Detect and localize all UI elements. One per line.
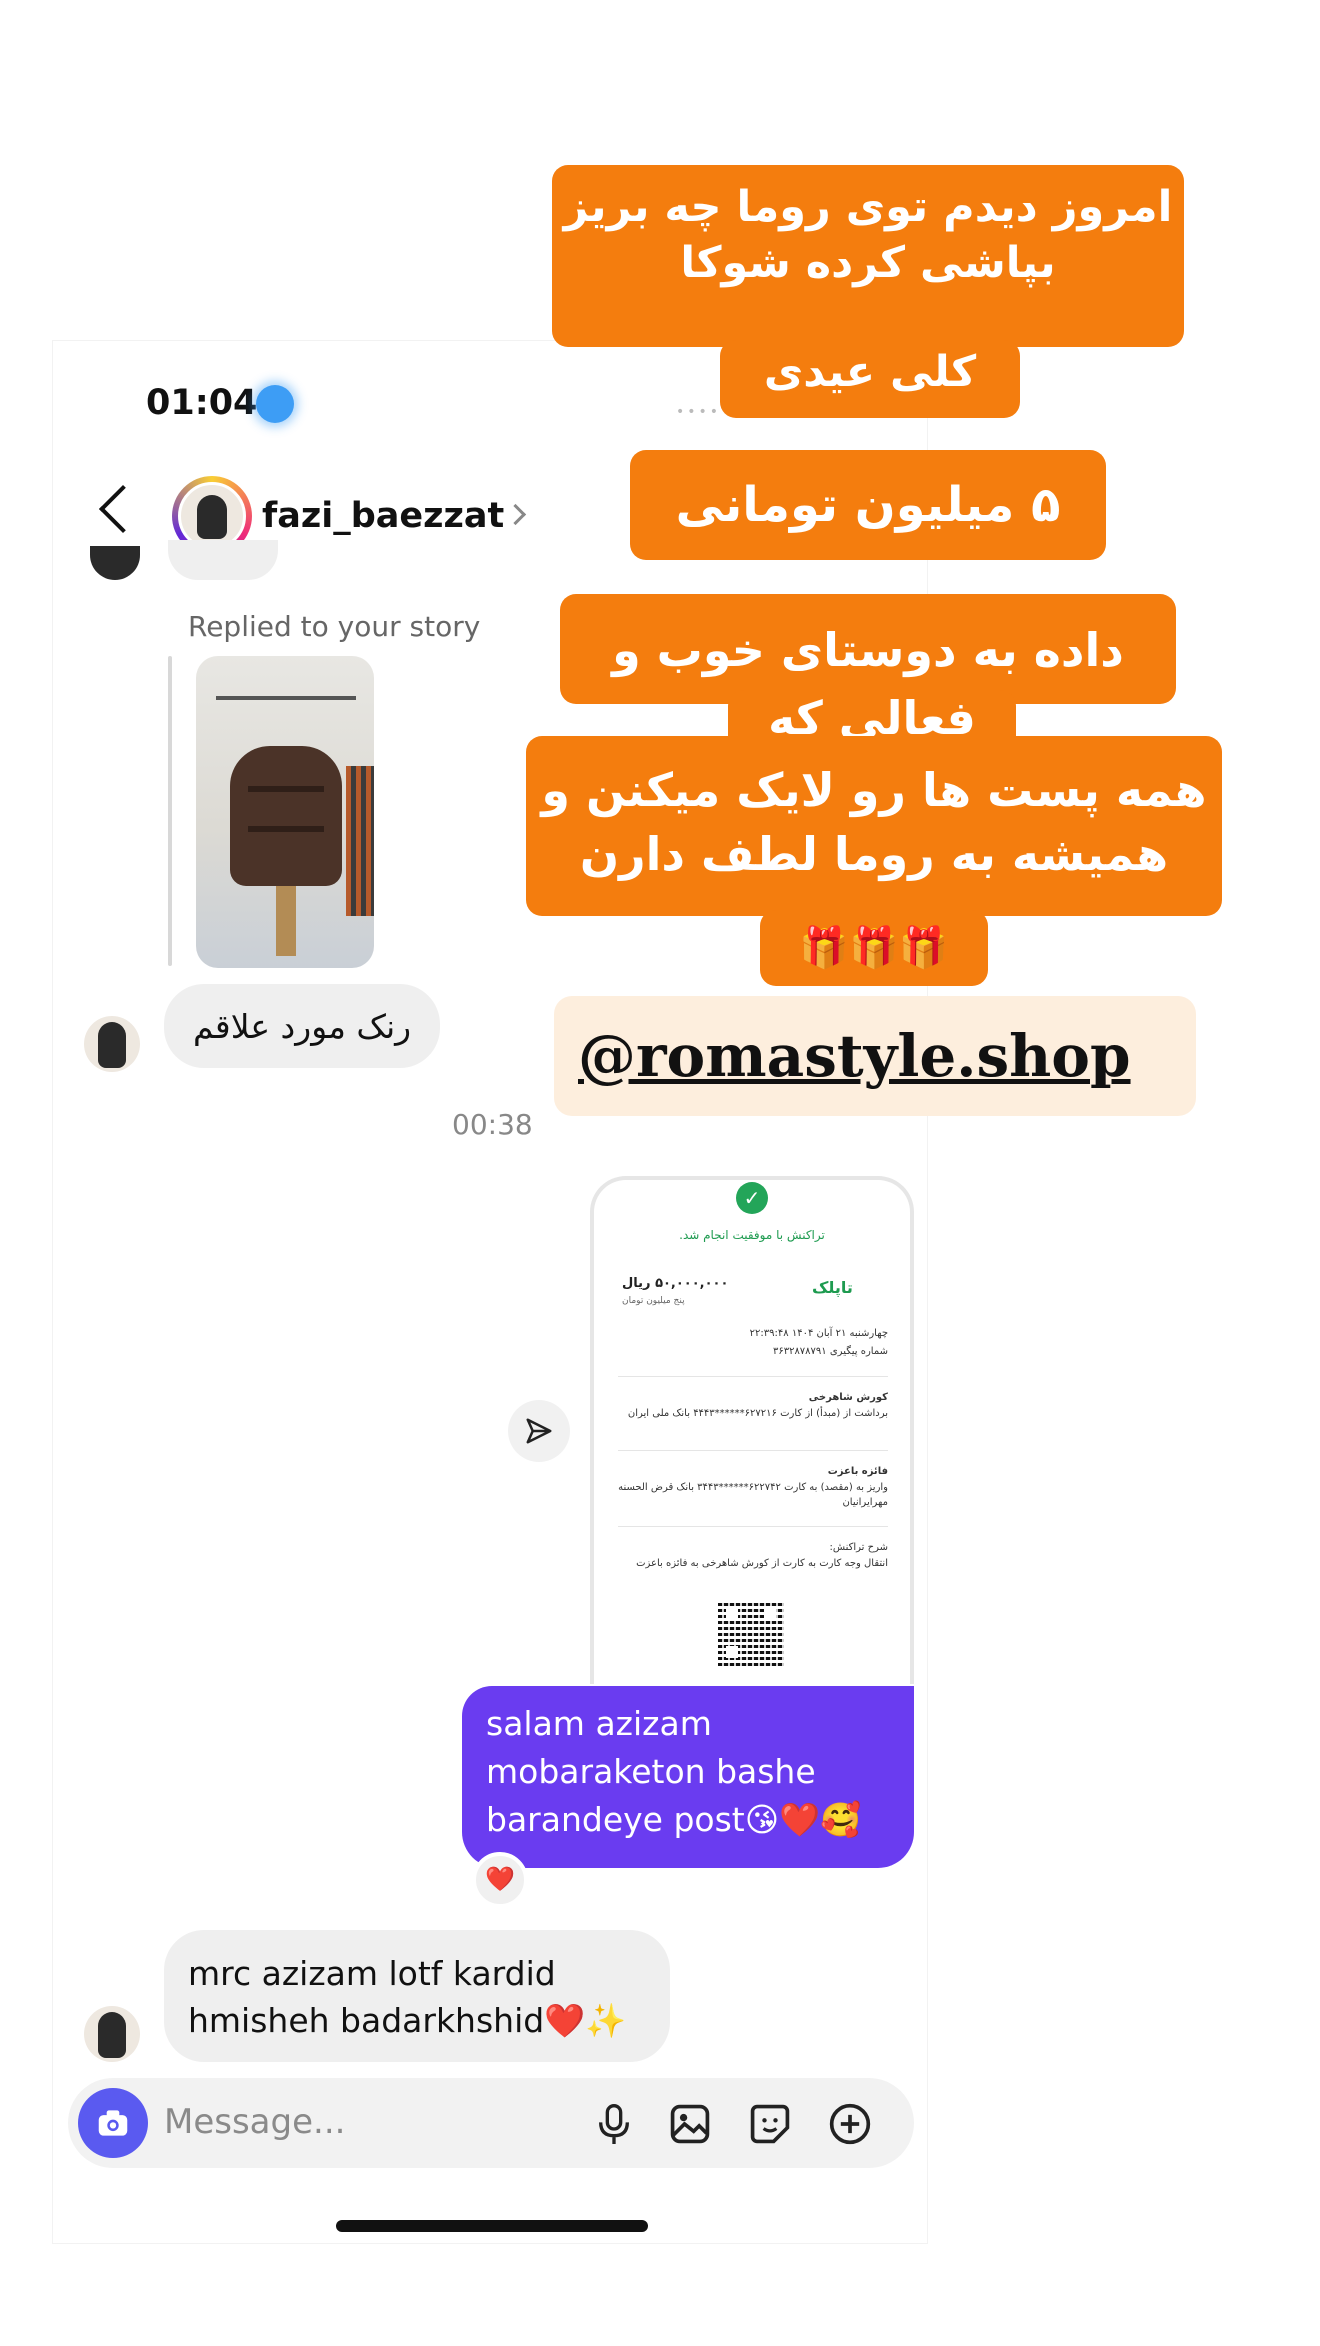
camera-icon (98, 2110, 128, 2136)
status-dots: •••• (676, 404, 722, 420)
qr-code (718, 1600, 784, 1666)
gallery-button[interactable] (666, 2100, 714, 2148)
bank-logo: تاپلک (812, 1278, 853, 1297)
verified-badge-icon (256, 385, 294, 423)
camera-button[interactable] (78, 2088, 148, 2158)
receipt-date: چهارشنبه ۲۱ آبان ۱۴۰۴ ۲۲:۳۹:۴۸ (749, 1328, 888, 1339)
send-icon (526, 1418, 552, 1444)
message-bubble-incoming[interactable]: رنک مورد علاقم (164, 984, 440, 1068)
receipt-amount: ۵۰,۰۰۰,۰۰۰ ریال (622, 1276, 729, 1291)
message-line: salam azizam (486, 1704, 712, 1743)
message-line: mobaraketon bashe (486, 1752, 816, 1791)
divider (618, 1526, 888, 1527)
gift-emojis: 🎁🎁🎁 (760, 910, 988, 986)
reply-line (168, 656, 172, 966)
overlay-text-1: امروز دیدم توی روما چه بریز بپاشی کرده ش… (552, 165, 1184, 347)
message-line: hmisheh badarkhshid❤️✨ (188, 2001, 627, 2040)
message-bubble-partial (168, 540, 278, 580)
receipt-image[interactable]: ✓ تراکنش با موفقیت انجام شد. تاپلک ۵۰,۰۰… (590, 1176, 914, 1684)
story-thumbnail[interactable] (196, 656, 374, 968)
overlay-text-3: داده به دوستای خوب و (560, 594, 1176, 704)
message-composer: Message... (68, 2078, 914, 2168)
receipt-tracking: شماره پیگیری ۳۶۳۲۸۷۸۷۹۱ (772, 1346, 888, 1357)
message-line: barandeye post😘❤️🥰 (486, 1800, 862, 1839)
timestamp: 00:38 (452, 1108, 533, 1141)
share-button[interactable] (508, 1400, 570, 1462)
clothing-rack (216, 696, 356, 700)
message-line: mrc azizam lotf kardid (188, 1954, 556, 1993)
receipt-title: تراکنش با موفقیت انجام شد. (679, 1228, 825, 1242)
heart-reaction-icon[interactable]: ❤️ (472, 1852, 528, 1908)
shop-handle-link[interactable]: @romastyle.shop (554, 996, 1196, 1116)
divider (618, 1450, 888, 1451)
divider (618, 1376, 888, 1377)
receipt-from-name: کورش شاهرخی (808, 1392, 888, 1403)
jacket-seam (248, 826, 324, 832)
receipt-from: برداشت از (مبدأ) از کارت ۶۲۷۲۱۶******۴۴۴… (627, 1408, 888, 1419)
avatar[interactable] (84, 2006, 140, 2062)
overlay-text-2: ۵ میلیون تومانی (630, 450, 1106, 560)
puffer-jacket (230, 746, 342, 886)
jacket-seam (248, 786, 324, 792)
image-icon (670, 2104, 710, 2144)
add-button[interactable] (826, 2100, 874, 2148)
plus-circle-icon (829, 2103, 871, 2145)
status-time: 01:04 (146, 383, 258, 423)
coat-tail (276, 886, 296, 956)
username[interactable]: fazi_baezzat (262, 496, 504, 536)
avatar[interactable] (84, 1016, 140, 1072)
receipt-to-name: فائزه باعزت (827, 1466, 888, 1477)
striped-garment (346, 766, 374, 916)
message-input[interactable]: Message... (164, 2102, 345, 2142)
overlay-text-1b: کلی عیدی (720, 340, 1020, 418)
message-bubble-outgoing[interactable]: salam azizam mobaraketon bashe barandeye… (462, 1686, 914, 1868)
receipt-to: واریز به (مقصد) به کارت ۶۲۲۷۴۲******۳۴۴۳… (618, 1482, 888, 1508)
receipt-desc-label: شرح تراکنش: (829, 1542, 888, 1553)
sticker-button[interactable] (746, 2100, 794, 2148)
replied-story-label: Replied to your story (188, 610, 481, 643)
microphone-icon (599, 2104, 629, 2144)
check-icon: ✓ (736, 1182, 768, 1214)
home-indicator (336, 2220, 648, 2232)
message-text: رنک مورد علاقم (192, 1006, 412, 1046)
message-bubble-incoming[interactable]: mrc azizam lotf kardid hmisheh badarkhsh… (164, 1930, 670, 2062)
microphone-button[interactable] (590, 2100, 638, 2148)
receipt-amount-words: پنج میلیون تومان (622, 1296, 685, 1306)
sticker-icon (750, 2104, 790, 2144)
receipt-desc: انتقال وجه کارت به کارت از کورش شاهرخی ب… (636, 1558, 888, 1569)
overlay-text-4: همه پست ها رو لایک میکنن و همیشه به روما… (526, 736, 1222, 916)
